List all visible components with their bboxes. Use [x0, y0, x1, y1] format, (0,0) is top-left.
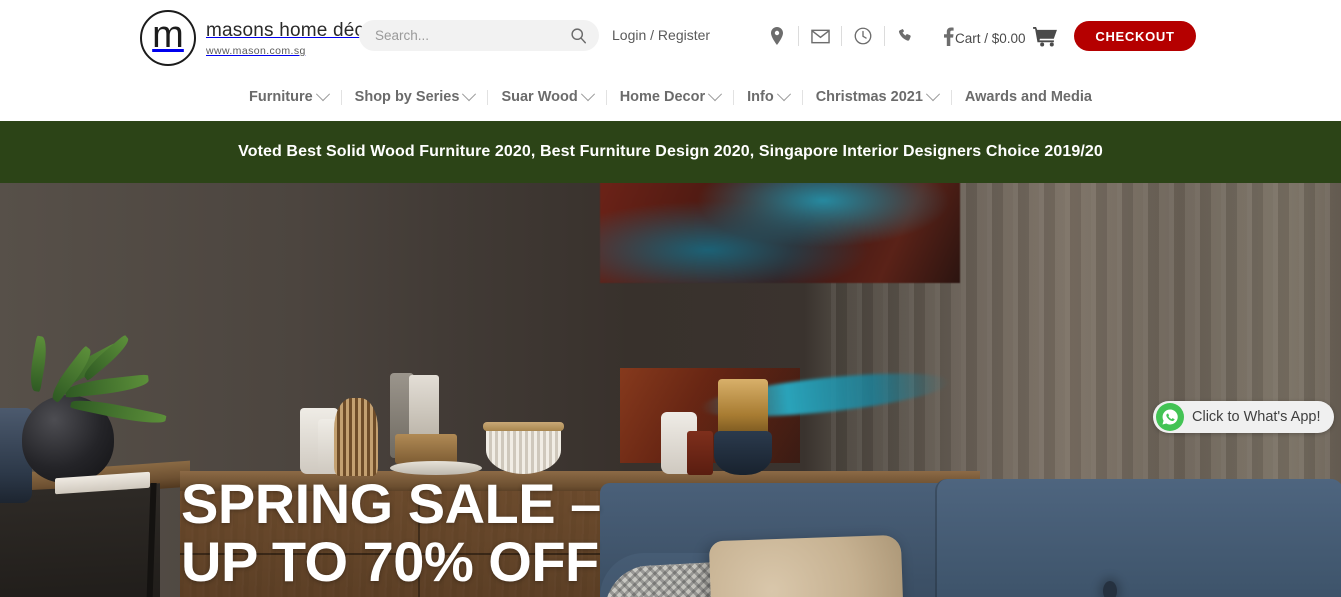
chevron-down-icon	[315, 87, 330, 102]
marble-candle	[409, 375, 439, 443]
nav-label: Home Decor	[619, 89, 706, 105]
nav-label: Info	[747, 89, 774, 105]
chevron-down-icon	[925, 87, 940, 102]
whatsapp-label: Click to What's App!	[1192, 409, 1321, 425]
header-icon-row	[756, 24, 969, 48]
checkout-button[interactable]: CHECKOUT	[1074, 21, 1196, 51]
hero-headline-line1: SPRING SALE –	[181, 472, 601, 535]
nav-item-suar-wood[interactable]: Suar Wood	[488, 87, 605, 105]
cart-label: Cart / $0.00	[955, 30, 1026, 46]
logo-text: masons home décor www.mason.com.sg	[206, 19, 382, 57]
chevron-down-icon	[708, 87, 723, 102]
shopping-cart-icon	[1032, 26, 1058, 50]
search-input[interactable]	[359, 20, 599, 51]
nav-item-info[interactable]: Info	[734, 87, 802, 105]
awards-banner-text: Voted Best Solid Wood Furniture 2020, Be…	[238, 143, 1103, 160]
nav-label: Suar Wood	[501, 89, 578, 105]
nav-item-home-decor[interactable]: Home Decor	[607, 87, 733, 105]
nav-item-furniture[interactable]: Furniture	[236, 87, 341, 105]
nav-list: Furniture Shop by Series Suar Wood Home …	[236, 87, 1105, 105]
logo-mark-icon: m	[140, 10, 196, 66]
bowl-wood-lid	[483, 422, 564, 431]
search-icon[interactable]	[570, 27, 587, 44]
chevron-down-icon	[462, 87, 477, 102]
location-pin-icon[interactable]	[756, 24, 798, 48]
hero-headline: SPRING SALE – UP TO 70% OFF	[181, 475, 601, 590]
hero-carousel: SPRING SALE – UP TO 70% OFF *Selected It…	[0, 183, 1341, 597]
site-logo[interactable]: m masons home décor www.mason.com.sg	[140, 10, 382, 66]
page-root: m masons home décor www.mason.com.sg Log…	[0, 0, 1341, 597]
wall-artwork	[600, 183, 960, 283]
envelope-icon[interactable]	[799, 24, 841, 48]
navy-planter	[714, 431, 772, 475]
sofa-backrest-right	[935, 479, 1341, 597]
nav-item-awards-and-media[interactable]: Awards and Media	[952, 89, 1105, 105]
hero-copy-block: SPRING SALE – UP TO 70% OFF *Selected It…	[181, 475, 601, 597]
main-navigation: Furniture Shop by Series Suar Wood Home …	[0, 73, 1341, 121]
nav-label: Awards and Media	[964, 89, 1092, 105]
clock-icon[interactable]	[842, 24, 884, 48]
beige-cushion	[708, 534, 908, 597]
whatsapp-icon	[1156, 403, 1184, 431]
chevron-down-icon	[580, 87, 595, 102]
login-register-link[interactable]: Login / Register	[612, 27, 710, 43]
chevron-down-icon	[776, 87, 791, 102]
brand-name: masons home décor	[206, 20, 382, 42]
phone-icon[interactable]	[885, 24, 927, 48]
search-container	[359, 20, 599, 51]
nav-label: Shop by Series	[354, 89, 460, 105]
brass-vase	[718, 379, 768, 439]
awards-banner: Voted Best Solid Wood Furniture 2020, Be…	[0, 121, 1341, 183]
wood-candle-base	[395, 434, 457, 464]
ribbed-bowl	[486, 426, 561, 474]
hero-headline-line2: UP TO 70% OFF	[181, 529, 599, 593]
sofa-button-tuft	[1103, 581, 1117, 597]
cart-link[interactable]: Cart / $0.00	[955, 26, 1058, 50]
site-header: m masons home décor www.mason.com.sg Log…	[0, 0, 1341, 74]
whatsapp-widget[interactable]: Click to What's App!	[1153, 401, 1335, 433]
amber-jar	[687, 431, 713, 475]
nav-item-christmas-2021[interactable]: Christmas 2021	[803, 87, 951, 105]
slatted-wood-vase	[334, 398, 378, 476]
nav-label: Furniture	[249, 89, 313, 105]
nav-item-shop-by-series[interactable]: Shop by Series	[342, 87, 488, 105]
brand-website: www.mason.com.sg	[206, 44, 306, 57]
nav-label: Christmas 2021	[815, 89, 923, 105]
